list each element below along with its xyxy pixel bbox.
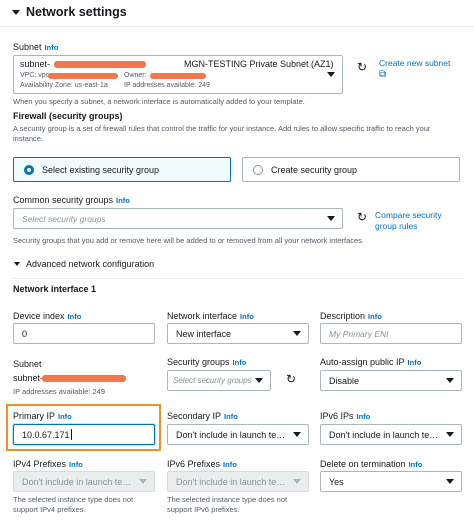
subnet-select[interactable]: subnet- MGN-TESTING Private Subnet (AZ1)…: [13, 55, 343, 94]
collapse-caret-icon[interactable]: [12, 9, 20, 15]
ipv6-ips-label: IPv6 IPs Info: [320, 411, 371, 421]
network-interface-label: Network interface Info: [167, 311, 254, 321]
ipv6-prefixes-help: The selected instance type does not supp…: [167, 495, 288, 514]
delete-on-termination-label: Delete on termination Info: [320, 459, 423, 469]
common-sg-label: Common security groups Info: [13, 195, 130, 205]
redaction-bar: [48, 73, 118, 79]
secondary-ip-label: Secondary IP Info: [167, 411, 238, 421]
ipv4-prefixes-label: IPv4 Prefixes Info: [13, 459, 83, 469]
subnet-owner: Owner:: [124, 72, 147, 79]
option-create-label: Create security group: [271, 164, 358, 175]
compare-sg-link[interactable]: Compare security group rules: [375, 210, 463, 232]
chevron-down-icon: [446, 432, 454, 437]
radio-unselected-icon[interactable]: [253, 164, 263, 175]
divider: [0, 26, 474, 27]
collapse-caret-icon[interactable]: [14, 262, 20, 266]
info-link[interactable]: Info: [68, 312, 82, 321]
advanced-toggle[interactable]: Advanced network configuration: [14, 259, 154, 269]
chevron-down-icon: [327, 72, 335, 77]
info-link[interactable]: Info: [58, 412, 72, 421]
subnet-az: Availability Zone: us-east-1a: [20, 82, 108, 89]
info-link[interactable]: Info: [223, 460, 237, 469]
ipv6-prefixes-label: IPv6 Prefixes Info: [167, 459, 237, 469]
description-input[interactable]: My Primary ENI: [320, 323, 462, 344]
auto-assign-select[interactable]: Disable: [320, 370, 462, 391]
divider: [13, 278, 463, 279]
common-sg-select[interactable]: Select security groups: [13, 208, 343, 229]
primary-ip-input[interactable]: 10.0.67.171: [13, 424, 155, 445]
text-cursor: [70, 429, 72, 440]
external-link-icon: ⧉: [379, 69, 387, 80]
chevron-down-icon: [293, 432, 301, 437]
delete-on-termination-select[interactable]: Yes: [320, 471, 462, 492]
refresh-icon[interactable]: ↻: [357, 210, 367, 224]
auto-assign-label: Auto-assign public IP Info: [320, 357, 422, 367]
redaction-bar: [42, 375, 126, 382]
info-link[interactable]: Info: [116, 196, 130, 205]
refresh-icon[interactable]: ↻: [357, 60, 367, 74]
ipv4-prefixes-select: Don't include in launch template: [13, 471, 155, 492]
nic-subnet-id: subnet-: [13, 373, 44, 383]
secondary-ip-select[interactable]: Don't include in launch template: [167, 424, 309, 445]
info-link[interactable]: Info: [233, 358, 247, 367]
info-link[interactable]: Info: [408, 358, 422, 367]
chevron-down-icon: [446, 479, 454, 484]
device-index-input[interactable]: 0: [13, 323, 155, 344]
chevron-down-icon: [293, 331, 301, 336]
chevron-down-icon: [327, 216, 335, 221]
firewall-label: Firewall (security groups): [13, 111, 123, 121]
security-groups-select[interactable]: Select security groups: [167, 370, 271, 391]
radio-selected-icon[interactable]: [24, 164, 34, 175]
chevron-down-icon: [446, 378, 454, 383]
info-link[interactable]: Info: [224, 412, 238, 421]
chevron-down-icon: [139, 479, 147, 484]
info-link[interactable]: Info: [45, 43, 59, 52]
info-link[interactable]: Info: [240, 312, 254, 321]
security-groups-label: Security groups Info: [167, 357, 247, 367]
option-existing-label: Select existing security group: [42, 164, 160, 175]
firewall-desc: A security group is a set of firewall ru…: [13, 124, 431, 143]
interface-title: Network interface 1: [13, 284, 97, 294]
info-link[interactable]: Info: [409, 460, 423, 469]
advanced-title: Advanced network configuration: [26, 259, 155, 269]
ipv6-ips-select[interactable]: Don't include in launch template: [320, 424, 462, 445]
option-existing-sg[interactable]: Select existing security group: [13, 157, 231, 182]
ipv6-prefixes-select: Don't include in launch template: [167, 471, 309, 492]
subnet-ips: IP addresses available: 249: [124, 82, 210, 89]
chevron-down-icon: [293, 479, 301, 484]
redaction-bar: [54, 61, 146, 68]
info-link[interactable]: Info: [69, 460, 83, 469]
subnet-id: subnet-: [20, 59, 51, 69]
section-title: Network settings: [26, 5, 127, 19]
network-interface-select[interactable]: New interface: [167, 323, 309, 344]
subnet-name: MGN-TESTING Private Subnet (AZ1): [184, 59, 334, 69]
chevron-down-icon: [255, 378, 263, 383]
device-index-label: Device index Info: [13, 311, 82, 321]
subnet-help: When you specify a subnet, a network int…: [13, 97, 305, 106]
section-header[interactable]: Network settings: [12, 5, 127, 19]
ipv4-prefixes-help: The selected instance type does not supp…: [13, 495, 134, 514]
description-label: Description Info: [320, 311, 382, 321]
option-create-sg[interactable]: Create security group: [242, 157, 460, 182]
create-subnet-link[interactable]: Create new subnet ⧉: [379, 58, 450, 80]
nic-subnet-label: Subnet: [13, 359, 42, 369]
info-link[interactable]: Info: [368, 312, 382, 321]
info-link[interactable]: Info: [357, 412, 371, 421]
refresh-icon[interactable]: ↻: [286, 372, 296, 386]
common-sg-help: Security groups that you add or remove h…: [13, 236, 365, 245]
primary-ip-label: Primary IP Info: [13, 411, 72, 421]
redaction-bar: [150, 73, 206, 79]
subnet-label: Subnet Info: [13, 42, 59, 52]
subnet-vpc: VPC: vpc-: [20, 72, 52, 79]
nic-subnet-ips: IP addresses available: 249: [13, 387, 106, 396]
